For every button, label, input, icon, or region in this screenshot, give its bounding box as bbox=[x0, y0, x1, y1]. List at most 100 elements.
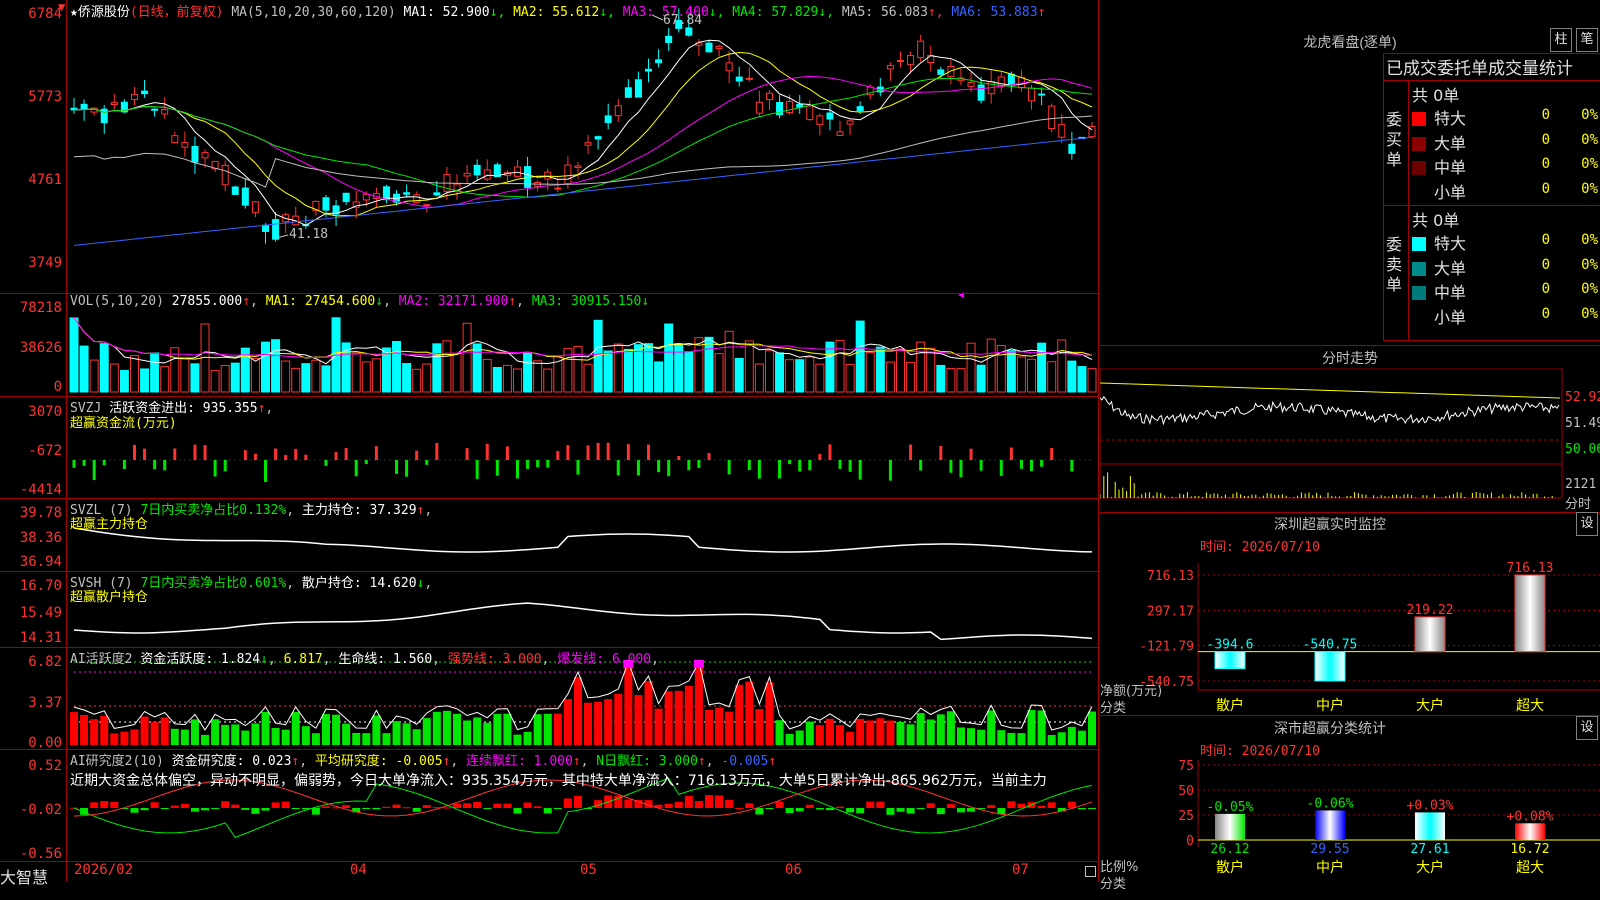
ai-comment: 近期大资金总体偏空，异动不明显，偏弱势，今日大单净流入：935.354万元，其中… bbox=[70, 773, 1047, 789]
vol-bar bbox=[815, 363, 825, 393]
classify-settings-button[interactable]: 设 bbox=[1576, 716, 1598, 740]
vol-bar bbox=[724, 330, 734, 393]
color-swatch-icon bbox=[1412, 286, 1426, 300]
ai-active-bar bbox=[936, 714, 945, 745]
vol-bar bbox=[472, 343, 482, 393]
vol-bar bbox=[271, 339, 281, 393]
vol-ma3 bbox=[73, 317, 1093, 359]
monitor-settings-button[interactable]: 设 bbox=[1576, 512, 1598, 536]
ai-active-bar bbox=[190, 719, 199, 745]
period-label[interactable]: (日线，前复权) bbox=[130, 5, 224, 20]
sell-row-2: 大单 bbox=[1412, 255, 1466, 279]
vol-bar bbox=[69, 317, 79, 393]
ai-active-bar bbox=[352, 732, 361, 745]
ai-research-bar bbox=[241, 808, 250, 810]
candle-body bbox=[423, 204, 431, 207]
candle-body bbox=[886, 65, 894, 70]
row-pct: 0% bbox=[1581, 305, 1598, 322]
tick-mode-button[interactable]: 笔 bbox=[1576, 28, 1598, 52]
svsh-value: 散户持仓: 14.620 bbox=[301, 576, 417, 591]
candle-body bbox=[846, 120, 854, 125]
candle-body bbox=[705, 42, 713, 53]
ai-active-bar bbox=[432, 711, 441, 745]
ai-active-bar bbox=[281, 729, 290, 745]
ai-active-bar bbox=[946, 711, 955, 745]
monitor-bar bbox=[1314, 651, 1346, 682]
buy-row-1: 特大 bbox=[1412, 105, 1466, 129]
ai-research-bar bbox=[533, 806, 542, 808]
divider bbox=[1408, 80, 1409, 339]
vol-ma3-arrow: ↓ bbox=[641, 294, 650, 309]
vol-bar bbox=[1087, 368, 1097, 393]
svzj-bar bbox=[153, 460, 157, 470]
svzj-bar bbox=[344, 447, 348, 460]
vol-header: VOL(5,10,20) 27855.000↑, MA1: 27454.600↓… bbox=[70, 294, 650, 309]
vol-bar bbox=[492, 366, 502, 393]
ai-active-bar bbox=[523, 731, 532, 745]
svzj-bar bbox=[243, 450, 247, 460]
vol-bar bbox=[946, 367, 956, 393]
color-swatch-icon bbox=[1412, 237, 1426, 251]
ai-active-bar bbox=[80, 715, 89, 745]
svzj-bar bbox=[364, 460, 368, 465]
ai-active-bar bbox=[392, 721, 401, 745]
ai-active-bar bbox=[382, 733, 391, 745]
ai-active-bar bbox=[866, 720, 875, 745]
intraday-chart[interactable] bbox=[1100, 368, 1600, 510]
vol-bar bbox=[462, 322, 472, 393]
intraday-price-tick: 50.06 bbox=[1565, 442, 1600, 457]
vol-bar bbox=[89, 359, 99, 393]
svzj-tick: 3070 bbox=[28, 404, 62, 420]
candle-body bbox=[715, 45, 723, 49]
candle-body bbox=[262, 224, 270, 233]
row-name: 特大 bbox=[1434, 234, 1467, 253]
ai-active-bar bbox=[70, 712, 78, 745]
vol-bar bbox=[855, 320, 865, 393]
ai-research-bar bbox=[664, 803, 673, 808]
candle-body bbox=[594, 136, 602, 140]
ai-research-bar bbox=[987, 805, 996, 808]
ai-research-bar bbox=[513, 808, 522, 814]
classify-change-label: -0.05% bbox=[1207, 800, 1254, 815]
ai-active-bar bbox=[967, 728, 976, 745]
ai-research-bar bbox=[1077, 808, 1086, 810]
svzj-bar bbox=[132, 444, 136, 460]
svzj-bar bbox=[82, 460, 86, 466]
vol-bars bbox=[69, 317, 1097, 393]
monitor-xlabel: 分类 bbox=[1100, 701, 1127, 716]
vol-bar bbox=[150, 352, 160, 393]
ai-nday-red-arrow: ↑ bbox=[697, 754, 706, 769]
row-count: 0 bbox=[1541, 156, 1550, 172]
candle-body bbox=[181, 142, 189, 148]
ai-research-bar bbox=[422, 805, 431, 808]
lock-icon[interactable] bbox=[1085, 866, 1096, 877]
row-name: 大单 bbox=[1434, 133, 1467, 153]
ai-active-bar bbox=[321, 714, 330, 745]
vol-bar bbox=[835, 339, 845, 393]
classify-y-tick: 25 bbox=[1178, 809, 1194, 824]
ai-research-bar bbox=[453, 803, 462, 808]
svzj-tick: -4414 bbox=[19, 482, 62, 498]
ai-research-bar bbox=[372, 808, 381, 810]
svsh-tick: 14.31 bbox=[19, 630, 62, 646]
ai-research-bar bbox=[573, 795, 582, 808]
favorite-star-icon[interactable]: ★ bbox=[70, 5, 78, 20]
ai-research-bar bbox=[563, 798, 572, 808]
ai-research-bar bbox=[825, 808, 834, 811]
monitor-category: 大户 bbox=[1416, 697, 1444, 714]
ai-active-value2: 6.817 bbox=[283, 652, 323, 667]
candle-body bbox=[1068, 143, 1076, 154]
ai-active-bar bbox=[785, 733, 794, 745]
vol-bar bbox=[442, 340, 452, 393]
vol-bar bbox=[502, 364, 512, 393]
stock-name: 侨源股份 bbox=[77, 5, 130, 20]
candle-body bbox=[745, 77, 753, 80]
ma-item-6: MA6: 53.883 bbox=[951, 5, 1038, 20]
svzl-value: 主力持仓: 37.329 bbox=[301, 503, 417, 518]
svzj-bar bbox=[264, 460, 268, 482]
ai-research-bar bbox=[936, 808, 945, 815]
bar-mode-button[interactable]: 柱 bbox=[1550, 28, 1572, 52]
svzj-arrow: ↑ bbox=[257, 401, 266, 416]
svzj-bar bbox=[435, 442, 439, 460]
monitor-y-tick: 716.13 bbox=[1147, 569, 1194, 584]
